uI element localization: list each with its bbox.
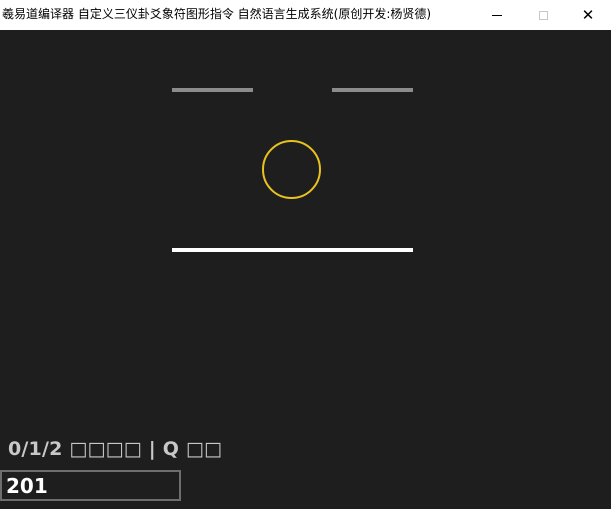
minimize-icon	[492, 14, 502, 16]
close-button[interactable]: ✕	[565, 0, 611, 30]
maximize-icon	[538, 10, 548, 20]
drawing-canvas: 0/1/2 □□□□ | Q □□	[0, 30, 611, 509]
broken-line-left-segment	[172, 88, 253, 92]
circle-symbol	[262, 140, 321, 199]
command-input[interactable]	[0, 470, 181, 501]
close-icon: ✕	[581, 5, 595, 24]
maximize-button[interactable]	[520, 0, 566, 30]
app-window: 羲易道编译器 自定义三仪卦爻象符图形指令 自然语言生成系统(原创开发:杨贤德) …	[0, 0, 611, 509]
solid-line	[172, 248, 413, 252]
minimize-button[interactable]	[474, 0, 520, 30]
status-hint: 0/1/2 □□□□ | Q □□	[8, 438, 223, 460]
title-bar[interactable]: 羲易道编译器 自定义三仪卦爻象符图形指令 自然语言生成系统(原创开发:杨贤德) …	[0, 0, 611, 30]
window-title: 羲易道编译器 自定义三仪卦爻象符图形指令 自然语言生成系统(原创开发:杨贤德)	[2, 7, 432, 21]
broken-line-right-segment	[332, 88, 413, 92]
